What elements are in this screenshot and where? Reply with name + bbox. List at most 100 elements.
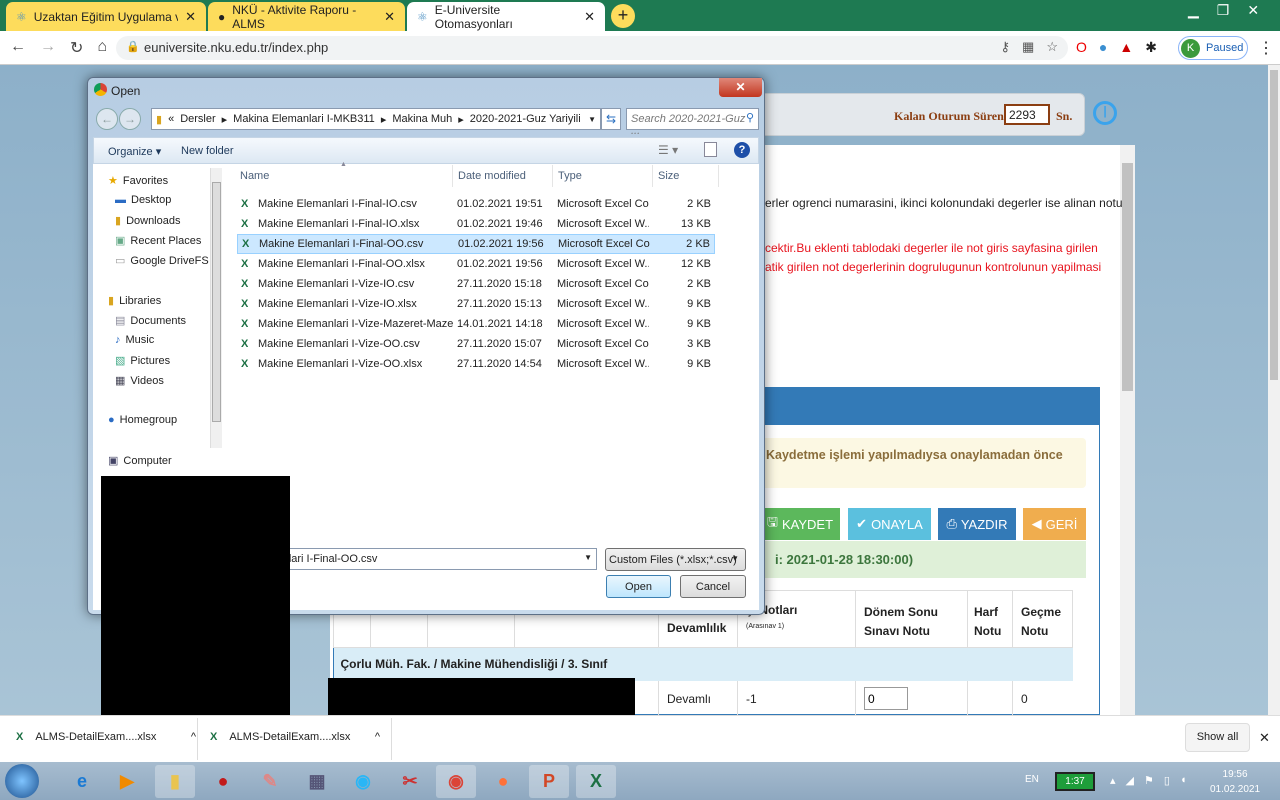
close-downloads-icon[interactable]: ✕ bbox=[1259, 730, 1270, 746]
app-icon[interactable]: ● bbox=[203, 765, 243, 798]
dialog-close-button[interactable]: ✕ bbox=[719, 78, 762, 97]
nav-scrollbar[interactable] bbox=[210, 168, 222, 448]
path-breadcrumb[interactable]: ▮ «Dersler ▸ Makina Elemanlari I-MKB311 ▸ Ma… bbox=[151, 108, 601, 130]
file-row[interactable]: X Makine Elemanlari I-Vize-IO.xlsx 27.11.2… bbox=[237, 294, 715, 314]
start-button[interactable] bbox=[5, 764, 39, 798]
star-icon[interactable]: ☆ bbox=[1046, 39, 1058, 55]
puzzle-icon[interactable]: ✱ bbox=[1145, 39, 1157, 56]
file-row[interactable]: X Makine Elemanlari I-Final-OO.csv 01.02.2… bbox=[237, 234, 715, 254]
chevron-up-icon[interactable]: ^ bbox=[375, 731, 380, 743]
internet-explorer-icon[interactable]: e bbox=[62, 765, 102, 798]
logout-power-icon[interactable]: | bbox=[1093, 101, 1117, 125]
file-row[interactable]: X Makine Elemanlari I-Final-IO.csv 01.02.2… bbox=[237, 194, 715, 214]
excel-icon[interactable]: X bbox=[576, 765, 616, 798]
powerpoint-icon[interactable]: P bbox=[529, 765, 569, 798]
address-bar[interactable]: 🔒 euniversite.nku.edu.tr/index.php ⚷ ▦ ☆ bbox=[116, 36, 1068, 60]
column-type[interactable]: Type bbox=[552, 165, 582, 187]
nav-videos[interactable]: ▦ Videos bbox=[115, 374, 164, 388]
view-options-icon[interactable]: ☰ ▾ bbox=[658, 143, 678, 157]
menu-icon[interactable]: ⋮ bbox=[1258, 38, 1274, 58]
calculator-icon[interactable]: ▦ bbox=[297, 765, 337, 798]
forward-icon[interactable]: → bbox=[40, 38, 56, 58]
new-tab-button[interactable]: + bbox=[611, 4, 635, 28]
approve-button[interactable]: ✔ ONAYLA bbox=[848, 508, 931, 540]
nav-pictures[interactable]: ▧ Pictures bbox=[115, 354, 170, 368]
back-button[interactable]: ◀ GERİ bbox=[1023, 508, 1086, 540]
open-button[interactable]: Open bbox=[606, 575, 671, 598]
close-tab-icon[interactable]: ✕ bbox=[185, 9, 196, 25]
back-icon[interactable]: ← bbox=[96, 108, 118, 130]
explorer-icon[interactable]: ▮ bbox=[155, 765, 195, 798]
close-tab-icon[interactable]: ✕ bbox=[584, 9, 595, 25]
opera-icon[interactable]: O bbox=[1076, 39, 1087, 56]
new-folder-button[interactable]: New folder bbox=[181, 145, 234, 157]
file-row[interactable]: X Makine Elemanlari I-Final-IO.xlsx 01.02.… bbox=[237, 214, 715, 234]
nav-homegroup[interactable]: ● Homegroup bbox=[108, 414, 177, 426]
column-name[interactable]: Name bbox=[240, 170, 269, 182]
close-tab-icon[interactable]: ✕ bbox=[384, 9, 395, 25]
home-icon[interactable]: ⌂ bbox=[97, 38, 107, 58]
tray-expand-icon[interactable]: ▴ bbox=[1110, 774, 1116, 787]
flag-icon[interactable]: ⚑ bbox=[1144, 774, 1154, 787]
chevron-up-icon[interactable]: ^ bbox=[191, 731, 196, 743]
restore-icon[interactable]: ❐ bbox=[1217, 2, 1230, 19]
volume-icon[interactable]: ◖ bbox=[1180, 774, 1187, 787]
paint-icon[interactable]: ✎ bbox=[250, 765, 290, 798]
nav-google-drive[interactable]: ▭ Google DriveFS bbox=[115, 254, 209, 268]
tab-e-universite[interactable]: ⚛ E-Universite Otomasyonları ✕ bbox=[407, 2, 605, 31]
file-row[interactable]: X Makine Elemanlari I-Vize-IO.csv 27.11.20… bbox=[237, 274, 715, 294]
extension-icon[interactable]: ● bbox=[1099, 39, 1107, 56]
save-button[interactable]: 🖫 KAYDET bbox=[760, 508, 840, 540]
download-item[interactable]: X ALMS-DetailExam....xlsx ^ bbox=[210, 731, 380, 743]
forward-icon[interactable]: → bbox=[119, 108, 141, 130]
dropdown-icon[interactable]: ▼ bbox=[588, 115, 596, 124]
nav-downloads[interactable]: ▮ Downloads bbox=[115, 214, 180, 228]
file-row[interactable]: X Makine Elemanlari I-Vize-OO.csv 27.11.20… bbox=[237, 334, 715, 354]
file-type-select[interactable]: Custom Files (*.xlsx;*.csv) ▼ bbox=[605, 548, 746, 571]
battery-icon[interactable]: ▯ bbox=[1164, 774, 1170, 787]
battery-indicator[interactable]: 1:37 bbox=[1055, 772, 1095, 791]
dropdown-icon[interactable]: ▼ bbox=[584, 553, 592, 562]
clock[interactable]: 19:56 01.02.2021 bbox=[1210, 767, 1260, 797]
column-size[interactable]: Size bbox=[652, 165, 679, 187]
snipping-tool-icon[interactable]: ✂ bbox=[390, 765, 430, 798]
column-date-modified[interactable]: Date modified bbox=[452, 165, 526, 187]
nav-favorites[interactable]: ★ Favorites bbox=[108, 174, 168, 188]
nav-desktop[interactable]: ▬ Desktop bbox=[115, 194, 171, 206]
file-row[interactable]: X Makine Elemanlari I-Vize-OO.xlsx 27.11.2… bbox=[237, 354, 715, 374]
refresh-icon[interactable]: ⇆ bbox=[601, 108, 621, 130]
nav-computer[interactable]: ▣ Computer bbox=[108, 454, 172, 468]
show-all-button[interactable]: Show all bbox=[1185, 723, 1250, 752]
file-row[interactable]: X Makine Elemanlari I-Final-OO.xlsx 01.02.… bbox=[237, 254, 715, 274]
nav-recent-places[interactable]: ▣ Recent Places bbox=[115, 234, 201, 248]
firefox-icon[interactable]: ● bbox=[483, 765, 523, 798]
download-item[interactable]: X ALMS-DetailExam....xlsx ^ bbox=[16, 731, 196, 743]
organize-menu[interactable]: Organize ▾ bbox=[108, 145, 161, 158]
search-input[interactable]: Search 2020-2021-Guz ... ⚲ bbox=[626, 108, 759, 137]
network-icon[interactable]: ◢ bbox=[1126, 774, 1134, 787]
print-button[interactable]: ⎙ YAZDIR bbox=[938, 508, 1016, 540]
cancel-button[interactable]: Cancel bbox=[680, 575, 746, 598]
tab-uzaktan-egitim[interactable]: ⚛Uzaktan Eğitim Uygulama ve Ara✕ bbox=[6, 2, 206, 31]
file-row[interactable]: X Makine Elemanlari I-Vize-Mazeret-Mazer.… bbox=[237, 314, 715, 334]
help-icon[interactable]: ? bbox=[734, 142, 750, 158]
reload-icon[interactable]: ↻ bbox=[70, 38, 83, 58]
final-grade-input[interactable] bbox=[864, 687, 908, 710]
close-icon[interactable]: ✕ bbox=[1247, 2, 1259, 19]
translate-icon[interactable]: ▦ bbox=[1022, 39, 1034, 55]
language-indicator[interactable]: EN bbox=[1025, 774, 1039, 785]
sync-icon[interactable]: ◉ bbox=[343, 765, 383, 798]
nav-libraries[interactable]: ▮ Libraries bbox=[108, 294, 161, 308]
nav-music[interactable]: ♪ Music bbox=[115, 334, 154, 346]
back-icon[interactable]: ← bbox=[10, 38, 26, 58]
chrome-taskbar-icon[interactable]: ◉ bbox=[436, 765, 476, 798]
key-icon[interactable]: ⚷ bbox=[1001, 39, 1011, 55]
page-scrollbar[interactable] bbox=[1268, 65, 1280, 715]
minimize-icon[interactable]: ▁ bbox=[1188, 2, 1199, 19]
preview-pane-icon[interactable] bbox=[704, 142, 717, 157]
pdf-icon[interactable]: ▲ bbox=[1119, 39, 1133, 56]
media-player-icon[interactable]: ▶ bbox=[107, 765, 147, 798]
content-scrollbar[interactable] bbox=[1120, 145, 1135, 715]
tab-aktivite-raporu[interactable]: ● NKÜ - Aktivite Raporu - ALMS ✕ bbox=[208, 2, 405, 31]
profile-button[interactable]: K Paused bbox=[1178, 36, 1248, 60]
